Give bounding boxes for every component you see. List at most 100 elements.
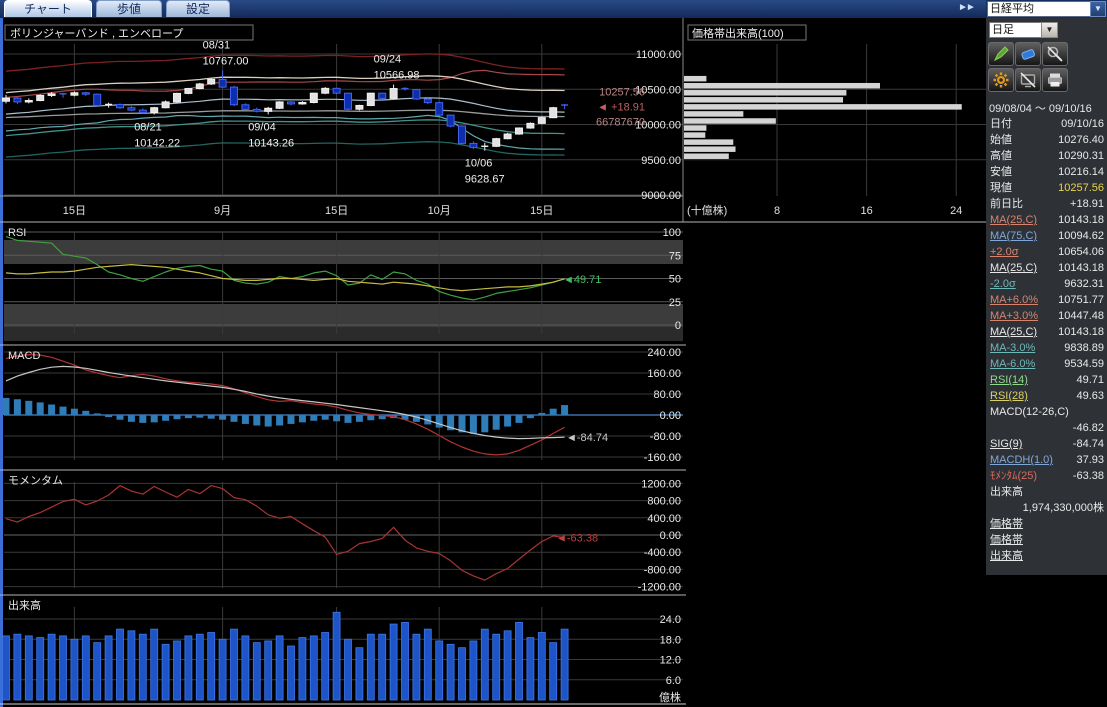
tab-overflow-icon[interactable]: ►► xyxy=(958,2,974,13)
row-label: 現値 xyxy=(990,180,1012,196)
candle xyxy=(162,102,169,108)
row-label[interactable]: 出来高 xyxy=(990,548,1023,564)
macd-histogram-bar xyxy=(527,415,534,418)
sidebar-indicator-link[interactable]: 価格帯 xyxy=(986,516,1107,532)
row-label[interactable]: 価格帯 xyxy=(990,532,1023,548)
row-label[interactable]: +2.0σ xyxy=(990,244,1019,260)
volume-bar xyxy=(219,639,226,700)
row-label[interactable]: MA+3.0% xyxy=(990,308,1038,324)
row-value: +18.91 xyxy=(1070,196,1104,212)
tab-ticks[interactable]: 歩値 xyxy=(96,0,162,17)
sidebar-indicator-link[interactable]: MACDH(1.0)37.93 xyxy=(986,452,1107,468)
candle xyxy=(276,102,283,108)
price-band-bar xyxy=(684,97,843,103)
sidebar-indicator-link[interactable]: MA+6.0%10751.77 xyxy=(986,292,1107,308)
candle xyxy=(356,105,363,109)
row-label[interactable]: MA(25,C) xyxy=(990,212,1037,228)
candle xyxy=(527,123,534,128)
row-label[interactable]: -2.0σ xyxy=(990,276,1016,292)
sidebar-indicator-link[interactable]: RSI(28)49.63 xyxy=(986,388,1107,404)
row-value: 10143.18 xyxy=(1058,260,1104,276)
sidebar-indicator-link[interactable]: MA+3.0%10447.48 xyxy=(986,308,1107,324)
sidebar-indicator-link[interactable]: MA(25,C)10143.18 xyxy=(986,212,1107,228)
current-change-label: ◄ +18.91 xyxy=(597,101,645,113)
macd-histogram-bar xyxy=(151,415,158,422)
sidebar-data-row: 現値10257.56 xyxy=(986,180,1107,196)
annotation-date: 10/06 xyxy=(465,158,493,170)
tab-chart[interactable]: チャート xyxy=(4,0,92,17)
symbol-selector-row: 日経平均 ▼ xyxy=(986,0,1107,18)
row-label[interactable]: MA+6.0% xyxy=(990,292,1038,308)
sidebar-indicator-link[interactable]: MA-3.0%9838.89 xyxy=(986,340,1107,356)
momentum-panel-title: モメンタム xyxy=(8,474,63,487)
pencil-button[interactable] xyxy=(988,42,1014,66)
volume-bar xyxy=(60,636,67,700)
volume-bar xyxy=(37,638,44,700)
row-label[interactable]: MA(25,C) xyxy=(990,260,1037,276)
sidebar-indicator-link[interactable]: 出来高 xyxy=(986,548,1107,564)
row-label[interactable]: RSI(28) xyxy=(990,388,1028,404)
row-label[interactable]: MA(75,C) xyxy=(990,228,1037,244)
chevron-down-icon[interactable]: ▼ xyxy=(1041,22,1058,38)
volume-bar xyxy=(356,648,363,700)
candle xyxy=(367,93,374,105)
rsi-bottom-band xyxy=(4,327,683,341)
macd-histogram-bar xyxy=(71,409,78,415)
macd-histogram-bar xyxy=(310,415,317,421)
row-label[interactable]: MA-3.0% xyxy=(990,340,1035,356)
histogram-x-tick: 24 xyxy=(950,205,962,217)
volume-bar xyxy=(481,629,488,700)
print-button[interactable] xyxy=(1042,68,1068,92)
row-label[interactable]: MA-6.0% xyxy=(990,356,1035,372)
sidebar-indicator-link[interactable]: MA(75,C) 10094.62 xyxy=(986,228,1107,244)
rsi-annotation: ◄49.71 xyxy=(563,274,601,286)
volume-bar xyxy=(231,629,238,700)
macd-histogram-bar xyxy=(231,415,238,422)
volume-bar xyxy=(493,634,500,700)
sidebar-indicator-link[interactable]: MA(25,C)10143.18 xyxy=(986,324,1107,340)
volume-bar xyxy=(265,641,272,700)
macd-histogram-bar xyxy=(493,415,500,430)
sidebar-indicator-link[interactable]: SIG(9)-84.74 xyxy=(986,436,1107,452)
y-axis-tick: 11000.00 xyxy=(636,49,681,61)
rsi-oversold-band xyxy=(4,304,683,327)
row-value: 10094.62 xyxy=(1058,228,1104,244)
candle xyxy=(299,103,306,104)
candle xyxy=(196,84,203,89)
chevron-down-icon[interactable]: ▼ xyxy=(1090,1,1106,17)
candle xyxy=(288,102,295,104)
macd-histogram-bar xyxy=(162,415,169,421)
row-label[interactable]: SIG(9) xyxy=(990,436,1022,452)
row-label[interactable]: RSI(14) xyxy=(990,372,1028,388)
symbol-combobox[interactable]: 日経平均 xyxy=(987,1,1093,17)
row-label[interactable]: 価格帯 xyxy=(990,516,1023,532)
rsi-panel-title: RSI xyxy=(8,227,26,239)
sidebar-indicator-link[interactable]: 価格帯 xyxy=(986,532,1107,548)
sidebar-data-row: 安値10216.14 xyxy=(986,164,1107,180)
candle xyxy=(333,88,340,93)
momentum-y-tick: -800.00 xyxy=(644,564,681,576)
volume-y-tick: 12.0 xyxy=(660,655,681,667)
eraser-button[interactable] xyxy=(1015,42,1041,66)
row-label: 出来高 xyxy=(990,484,1023,500)
row-label[interactable]: MA(25,C) xyxy=(990,324,1037,340)
sidebar-indicator-link[interactable]: -2.0σ9632.31 xyxy=(986,276,1107,292)
macd-y-tick: -80.00 xyxy=(650,431,681,443)
sidebar-indicator-link[interactable]: MA-6.0%9534.59 xyxy=(986,356,1107,372)
sidebar-indicator-link[interactable]: MA(25,C) 10143.18 xyxy=(986,260,1107,276)
candle xyxy=(516,128,523,134)
candle xyxy=(185,89,192,94)
sidebar-indicator-link[interactable]: RSI(14)49.71 xyxy=(986,372,1107,388)
macd-panel-title: MACD xyxy=(8,350,40,362)
tab-settings[interactable]: 設定 xyxy=(166,0,230,17)
zoom-button[interactable] xyxy=(1042,42,1068,66)
screen-button[interactable] xyxy=(1015,68,1041,92)
row-label: 前日比 xyxy=(990,196,1023,212)
histogram-unit-label: (十億株) xyxy=(687,203,727,217)
sidebar-indicator-link[interactable]: +2.0σ10654.06 xyxy=(986,244,1107,260)
period-combobox[interactable]: 日足 xyxy=(989,22,1043,38)
settings-gear-button[interactable] xyxy=(988,68,1014,92)
macd-histogram-bar xyxy=(367,415,374,420)
macd-y-tick: 80.00 xyxy=(653,389,681,401)
row-label[interactable]: MACDH(1.0) xyxy=(990,452,1053,468)
